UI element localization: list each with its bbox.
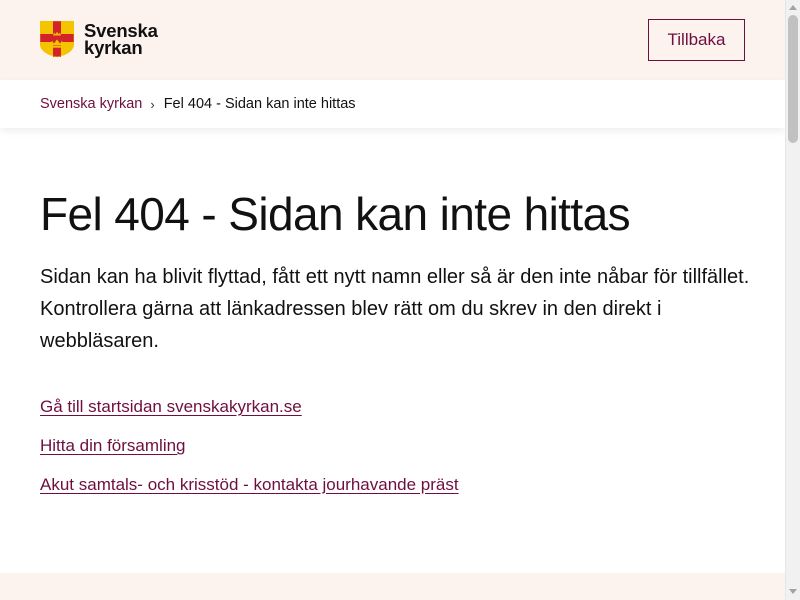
vertical-scrollbar[interactable] bbox=[785, 0, 800, 600]
chevron-right-icon: › bbox=[150, 96, 155, 112]
breadcrumb-bar: Svenska kyrkan › Fel 404 - Sidan kan int… bbox=[0, 80, 785, 128]
intro-text: Sidan kan ha blivit flyttad, fått ett ny… bbox=[40, 266, 750, 352]
church-shield-icon bbox=[40, 21, 74, 57]
logo-line-2: kyrkan bbox=[84, 37, 143, 58]
home-logo-link[interactable]: Svenska kyrkan bbox=[40, 21, 158, 57]
list-item: Akut samtals- och krisstöd - kontakta jo… bbox=[40, 474, 760, 513]
list-item: Hitta din församling bbox=[40, 435, 760, 474]
list-item: Gå till startsidan svenskakyrkan.se bbox=[40, 396, 760, 435]
main-content: Fel 404 - Sidan kan inte hittas Sidan ka… bbox=[40, 128, 760, 513]
breadcrumb-home-link[interactable]: Svenska kyrkan bbox=[40, 96, 142, 112]
page-title: Fel 404 - Sidan kan inte hittas bbox=[40, 188, 631, 240]
logo-wordmark: Svenska kyrkan bbox=[84, 21, 158, 58]
link-startpage[interactable]: Gå till startsidan svenskakyrkan.se bbox=[40, 397, 302, 416]
breadcrumb-current: Fel 404 - Sidan kan inte hittas bbox=[163, 96, 356, 112]
footer-strip bbox=[0, 573, 785, 600]
back-button[interactable]: Tillbaka bbox=[648, 19, 745, 61]
breadcrumb: Svenska kyrkan › Fel 404 - Sidan kan int… bbox=[40, 80, 356, 128]
link-find-parish[interactable]: Hitta din församling bbox=[40, 436, 186, 455]
scroll-up-arrow-icon[interactable] bbox=[789, 5, 797, 10]
scrollbar-thumb[interactable] bbox=[788, 15, 798, 143]
page-viewport: Svenska kyrkan Tillbaka Svenska kyrkan ›… bbox=[0, 0, 785, 600]
help-links-list: Gå till startsidan svenskakyrkan.se Hitt… bbox=[40, 396, 760, 513]
site-header: Svenska kyrkan Tillbaka bbox=[0, 0, 785, 80]
scroll-down-arrow-icon[interactable] bbox=[789, 589, 797, 594]
link-crisis-support[interactable]: Akut samtals- och krisstöd - kontakta jo… bbox=[40, 475, 459, 494]
